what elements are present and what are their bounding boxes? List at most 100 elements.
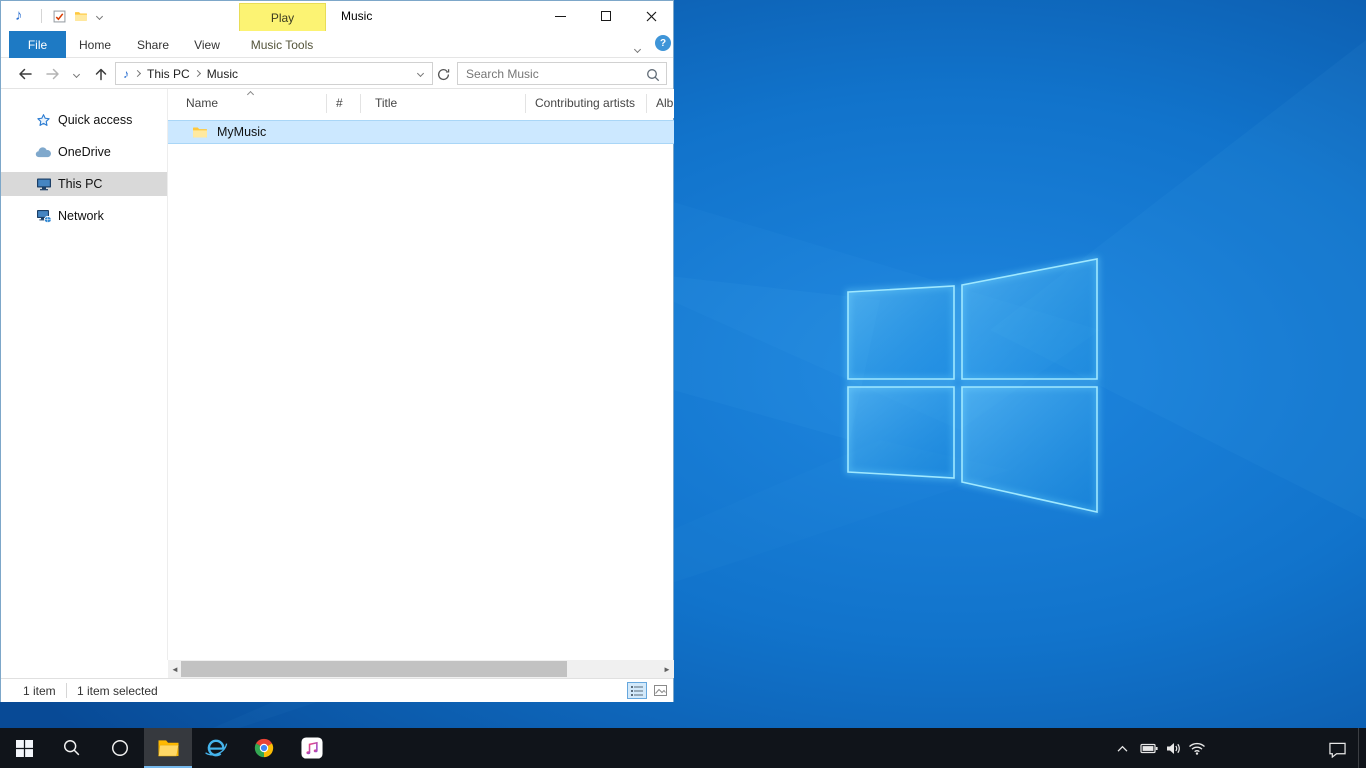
cortana-icon bbox=[110, 738, 130, 758]
contextual-badge-label: Play bbox=[271, 11, 294, 25]
tab-music-tools[interactable]: Music Tools bbox=[237, 31, 327, 58]
address-dropdown-icon[interactable] bbox=[417, 70, 424, 77]
refresh-button[interactable] bbox=[433, 64, 453, 84]
window-title: Music bbox=[341, 9, 372, 23]
internet-explorer-button[interactable] bbox=[192, 728, 240, 768]
speaker-icon bbox=[1165, 741, 1181, 756]
volume-button[interactable] bbox=[1162, 740, 1184, 756]
action-center-button[interactable] bbox=[1324, 740, 1350, 758]
close-button[interactable] bbox=[628, 1, 674, 31]
tab-file[interactable]: File bbox=[9, 31, 66, 58]
item-count: 1 item bbox=[23, 684, 56, 698]
column-header-name[interactable]: Name bbox=[186, 96, 218, 110]
forward-button[interactable] bbox=[43, 64, 63, 84]
help-button[interactable]: ? bbox=[655, 35, 671, 51]
tab-view[interactable]: View bbox=[187, 31, 227, 58]
music-app-icon: ♪ bbox=[15, 7, 23, 25]
onedrive-cloud-icon bbox=[35, 147, 52, 158]
up-arrow-icon bbox=[93, 66, 109, 82]
search-icon[interactable] bbox=[646, 68, 660, 82]
address-bar[interactable]: ♪ This PC Music bbox=[115, 62, 433, 85]
contextual-badge[interactable]: Play bbox=[239, 3, 326, 31]
titlebar: ♪ Play Music bbox=[1, 1, 673, 31]
column-divider[interactable] bbox=[326, 94, 327, 113]
chevron-up-icon bbox=[1116, 744, 1129, 753]
cortana-button[interactable] bbox=[96, 728, 144, 768]
file-explorer-window: ♪ Play Music bbox=[0, 0, 674, 702]
status-bar: 1 item 1 item selected bbox=[1, 678, 673, 702]
quick-access-star-icon bbox=[35, 113, 52, 128]
chrome-button[interactable] bbox=[240, 728, 288, 768]
tab-share[interactable]: Share bbox=[131, 31, 175, 58]
breadcrumb-music[interactable]: Music bbox=[204, 67, 241, 81]
qat-new-folder-button[interactable] bbox=[73, 9, 89, 23]
pane-divider bbox=[167, 89, 168, 660]
recent-locations-button[interactable] bbox=[69, 64, 83, 84]
back-arrow-icon bbox=[17, 66, 33, 82]
itunes-icon bbox=[301, 737, 323, 759]
show-desktop-button[interactable] bbox=[1358, 728, 1366, 768]
tray-show-hidden-icons-button[interactable] bbox=[1112, 740, 1132, 756]
sidebar-item-onedrive[interactable]: OneDrive bbox=[1, 140, 167, 164]
file-explorer-icon bbox=[157, 737, 180, 757]
scrollbar-thumb[interactable] bbox=[181, 661, 567, 677]
status-divider bbox=[66, 683, 67, 698]
properties-icon bbox=[53, 10, 66, 23]
battery-status-button[interactable] bbox=[1138, 740, 1160, 756]
scroll-left-icon[interactable]: ◄ bbox=[168, 660, 182, 678]
tab-home[interactable]: Home bbox=[75, 31, 115, 58]
chrome-icon bbox=[253, 737, 275, 759]
ribbon-expand-button[interactable] bbox=[635, 41, 640, 55]
search-input[interactable] bbox=[458, 63, 638, 84]
address-bar-row: ♪ This PC Music bbox=[1, 58, 673, 89]
details-view-button[interactable] bbox=[627, 682, 647, 699]
column-header-row: Name # Title Contributing artists Alb bbox=[168, 89, 674, 118]
sidebar-item-label: This PC bbox=[58, 177, 102, 191]
up-button[interactable] bbox=[91, 64, 111, 84]
sidebar-item-network[interactable]: Network bbox=[1, 204, 167, 228]
network-icon bbox=[35, 208, 52, 224]
large-icons-view-button[interactable] bbox=[650, 682, 670, 699]
column-header-contributing-artists[interactable]: Contributing artists bbox=[535, 96, 635, 110]
maximize-button[interactable] bbox=[583, 1, 629, 31]
itunes-button[interactable] bbox=[288, 728, 336, 768]
folder-icon bbox=[192, 125, 208, 139]
column-header-album[interactable]: Alb bbox=[656, 96, 673, 110]
new-folder-icon bbox=[74, 10, 88, 22]
search-icon bbox=[62, 738, 82, 758]
sidebar-item-quick-access[interactable]: Quick access bbox=[1, 108, 167, 132]
breadcrumb-this-pc[interactable]: This PC bbox=[144, 67, 193, 81]
file-row-mymusic[interactable]: MyMusic bbox=[168, 120, 674, 144]
minimize-button[interactable] bbox=[537, 1, 583, 31]
start-button[interactable] bbox=[0, 728, 48, 768]
ribbon-expand-icon bbox=[634, 46, 641, 53]
navigation-pane: Quick access OneDrive This PC bbox=[1, 89, 167, 660]
qat-properties-button[interactable] bbox=[51, 9, 67, 23]
column-divider[interactable] bbox=[360, 94, 361, 113]
search-box bbox=[457, 62, 667, 85]
network-status-button[interactable] bbox=[1186, 740, 1208, 756]
chevron-down-icon bbox=[95, 12, 102, 19]
sidebar-item-this-pc[interactable]: This PC bbox=[1, 172, 167, 196]
breadcrumb-separator-icon[interactable] bbox=[194, 70, 201, 77]
help-icon: ? bbox=[660, 38, 666, 49]
column-header-number[interactable]: # bbox=[336, 96, 343, 110]
taskbar-search-button[interactable] bbox=[48, 728, 96, 768]
scroll-right-icon[interactable]: ► bbox=[660, 660, 674, 678]
taskbar-file-explorer-button[interactable] bbox=[144, 728, 192, 768]
column-divider[interactable] bbox=[646, 94, 647, 113]
refresh-icon bbox=[436, 67, 451, 82]
column-header-title[interactable]: Title bbox=[375, 96, 397, 110]
sort-ascending-icon bbox=[247, 91, 254, 98]
horizontal-scrollbar[interactable]: ◄ ► bbox=[168, 660, 674, 678]
this-pc-monitor-icon bbox=[35, 176, 52, 192]
breadcrumb-separator-icon[interactable] bbox=[134, 70, 141, 77]
action-center-icon bbox=[1328, 741, 1347, 758]
file-name: MyMusic bbox=[217, 125, 266, 139]
sidebar-item-label: Network bbox=[58, 209, 104, 223]
back-button[interactable] bbox=[15, 64, 35, 84]
column-divider[interactable] bbox=[525, 94, 526, 113]
qat-customize-button[interactable] bbox=[93, 9, 105, 23]
minimize-icon bbox=[555, 16, 566, 17]
forward-arrow-icon bbox=[45, 66, 61, 82]
